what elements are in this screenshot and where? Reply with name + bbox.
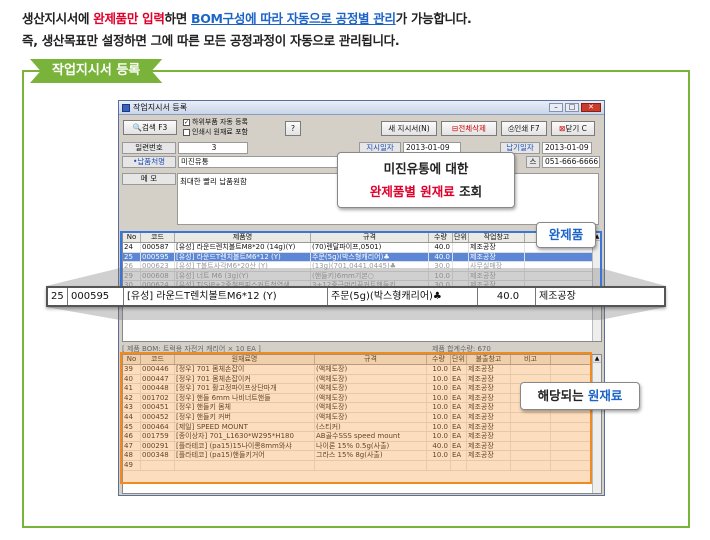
intro-line-1: 생산지시서에 완제품만 입력하면 BOM구성에 따라 자동으로 공정별 관리가 …: [22, 8, 472, 30]
delete-all-label: 전체삭제: [458, 124, 486, 133]
window-close-button[interactable]: ✕: [581, 103, 601, 112]
callout-material-highlight: 원재료: [587, 388, 623, 403]
delete-all-button[interactable]: ⊟전체삭제: [441, 121, 497, 136]
zoom-no: 25: [48, 288, 68, 305]
search-button-label: 검색 F3: [142, 123, 168, 132]
checkbox-empty-icon: [183, 128, 190, 136]
auto-register-checkbox[interactable]: ✓ 하위부품 자동 등록: [183, 117, 248, 127]
intro-text-a: 생산지시서에: [22, 11, 94, 26]
supplier-label: •납품처명: [122, 156, 176, 168]
zoom-warehouse: 제조공장: [539, 291, 576, 302]
intro-text-c: 하면: [164, 11, 191, 26]
minimize-button[interactable]: –: [549, 103, 563, 112]
help-button[interactable]: ?: [285, 121, 301, 136]
search-button[interactable]: 🔍검색 F3: [123, 120, 177, 135]
window-controls: – □ ✕: [549, 103, 601, 112]
callout-material-text: 해당되는: [537, 388, 588, 403]
section-label: 작업지시서 등록: [30, 59, 163, 83]
callout-center-line1: 미진유통에 대한: [383, 161, 469, 176]
intro-highlight-bom: BOM구성에 따라 자동으로 공정별 관리: [190, 11, 396, 26]
memo-label: 메 모: [122, 173, 176, 185]
auto-register-label: 하위부품 자동 등록: [192, 118, 248, 126]
zoom-qty: 40.0: [478, 288, 536, 305]
zoom-name: [유성] 라운드T렌치볼트M6*12 (Y): [124, 288, 328, 305]
callout-material: 해당되는 원재료: [520, 382, 640, 410]
window-title: 작업지시서 등록: [133, 103, 188, 112]
zoom-spec: 주문(5g)(박스형캐리어)♣: [328, 288, 478, 305]
intro-line-2: 즉, 생산목표만 설정하면 그에 따른 모든 공정과정이 자동으로 관리됩니다.: [22, 33, 400, 48]
callout-product: 완제품: [536, 222, 596, 248]
callout-center: 미진유통에 대한 완제품별 원재료 조회: [337, 152, 515, 208]
callout-center-highlight: 완제품별 원재료: [369, 184, 455, 199]
checkbox-checked-icon: ✓: [183, 118, 190, 126]
callout-center-rest: 조회: [454, 184, 483, 199]
print-button[interactable]: ⎙인쇄 F7: [501, 121, 547, 136]
material-grid-scrollbar[interactable]: ▲: [592, 355, 601, 493]
intro-highlight-product: 완제품만 입력: [93, 11, 165, 26]
zoomed-selected-row: 25 000595 [유성] 라운드T렌치볼트M6*12 (Y) 주문(5g)(…: [46, 286, 666, 307]
phone-field[interactable]: 051-666-6666: [542, 156, 600, 168]
close-button[interactable]: ⊠닫기 C: [551, 121, 595, 136]
print-button-label: 인쇄 F7: [514, 124, 540, 133]
toolbar: 🔍검색 F3 ✓ 하위부품 자동 등록 인쇄시 원재료 포함 ? 새 지시서(N)…: [119, 116, 604, 138]
window-titlebar: 작업지시서 등록 – □ ✕: [119, 101, 604, 115]
new-order-button[interactable]: 새 지시서(N): [381, 121, 437, 136]
maximize-button[interactable]: □: [565, 103, 579, 112]
close-button-label: 닫기 C: [565, 124, 587, 133]
due-field[interactable]: 2013-01-09: [542, 142, 592, 154]
print-material-checkbox[interactable]: 인쇄시 원재료 포함: [183, 127, 248, 137]
scroll-up-icon[interactable]: ▲: [593, 355, 601, 363]
intro-text-e: 가 가능합니다.: [395, 11, 472, 26]
app-icon: [122, 103, 130, 112]
close-icon: ✕: [588, 103, 594, 111]
zoom-code: 000595: [68, 288, 124, 305]
phone-label: 스: [526, 156, 540, 168]
print-material-label: 인쇄시 원재료 포함: [192, 128, 248, 136]
order-no-label: 일련번호: [122, 142, 176, 154]
intro-text: 생산지시서에 완제품만 입력하면 BOM구성에 따라 자동으로 공정별 관리가 …: [22, 8, 472, 52]
order-no-field[interactable]: 3: [178, 142, 248, 154]
callout-center-line2: 완제품별 원재료 조회: [338, 180, 514, 203]
material-highlight-frame: [120, 352, 592, 484]
search-icon: 🔍: [132, 123, 143, 132]
